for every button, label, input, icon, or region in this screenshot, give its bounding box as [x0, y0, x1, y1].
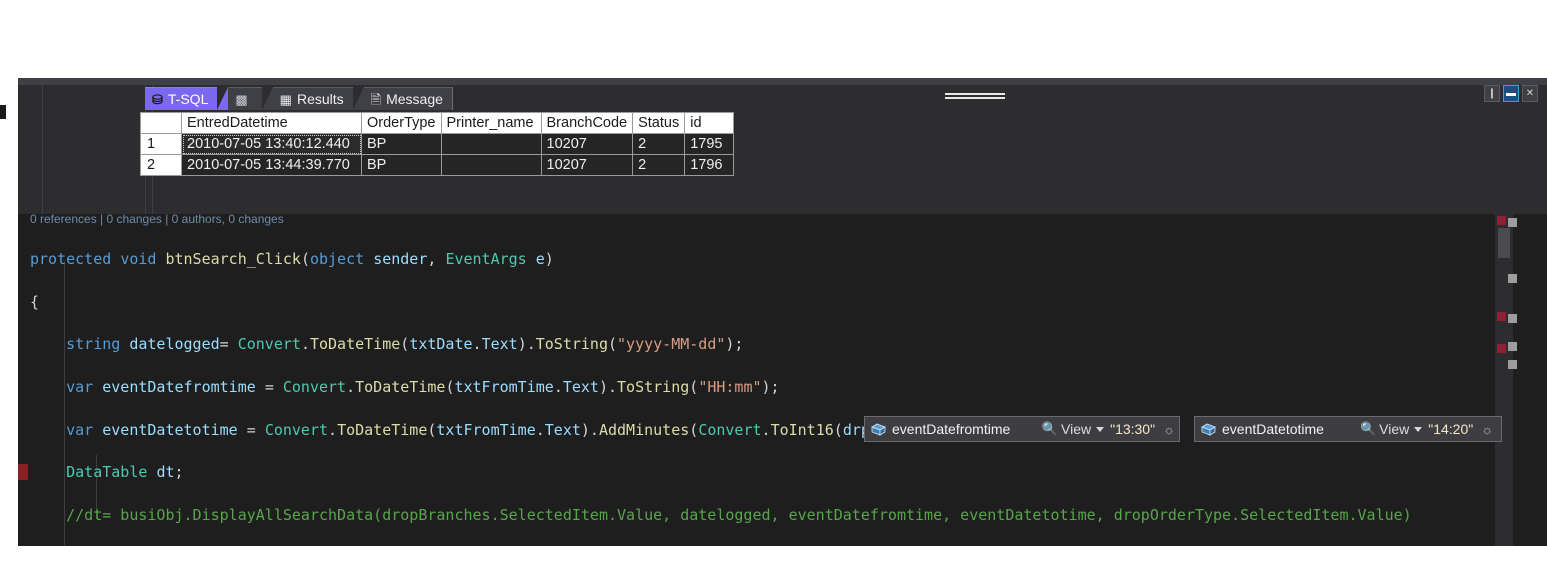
variable-cube-icon — [871, 423, 886, 436]
cell-entreddatetime[interactable]: 2010-07-05 13:44:39.770 — [181, 154, 362, 176]
datatip-eventdatefromtime[interactable]: eventDatefromtime 🔍 View "13:30" ☼ — [864, 416, 1180, 442]
table-row[interactable]: 2 2010-07-05 13:44:39.770 BP 10207 2 179… — [140, 154, 735, 176]
codelens-indicator[interactable]: 0 references | 0 changes | 0 authors, 0 … — [30, 214, 284, 226]
scrollbar-thumb[interactable] — [1498, 228, 1510, 258]
tab-tsql-label: T-SQL — [167, 91, 209, 107]
scroll-marker-change[interactable] — [1508, 342, 1517, 351]
scroll-marker-error[interactable] — [1497, 216, 1506, 225]
datatip-view-label: View — [1061, 421, 1092, 437]
editor-scrollbar[interactable] — [1495, 214, 1517, 546]
results-tab-strip: ⛁ T-SQL ▩ ▦ Results 🗎 Message — [145, 85, 453, 110]
datatip-variable-name: eventDatefromtime — [892, 421, 1011, 437]
grip-line — [945, 93, 1005, 95]
row-number[interactable]: 1 — [140, 133, 182, 155]
panel-splitter-1[interactable] — [42, 78, 43, 214]
code-text[interactable]: protected void btnSearch_Click(object se… — [30, 228, 1412, 546]
pane-top-strip — [18, 78, 1547, 85]
left-edge-marker — [0, 105, 6, 119]
cell-ordertype[interactable]: BP — [361, 154, 442, 176]
tab-strip-end — [451, 87, 453, 110]
search-icon: 🔍 — [1359, 421, 1377, 436]
cell-entreddatetime[interactable]: 2010-07-05 13:40:12.440 — [181, 133, 362, 155]
sql-icon: ⛁ — [152, 91, 163, 107]
page-background-top — [0, 0, 1547, 78]
page-background-bottom — [0, 546, 1547, 578]
code-line[interactable]: protected void btnSearch_Click(object se… — [30, 249, 1412, 270]
cell-branchcode[interactable]: 10207 — [540, 133, 634, 155]
scroll-marker-error[interactable] — [1497, 312, 1506, 321]
cell-status[interactable]: 2 — [632, 133, 686, 155]
variable-cube-icon — [1201, 423, 1216, 436]
minimize-button[interactable]: ▬ — [1503, 85, 1519, 102]
tab-slant — [352, 87, 364, 110]
code-line[interactable]: { — [30, 292, 1412, 313]
datatip-value: "13:30" — [1110, 421, 1156, 437]
scroll-marker-change[interactable] — [1508, 274, 1517, 283]
breakpoint-glyph[interactable] — [18, 464, 28, 480]
column-header-ordertype[interactable]: OrderType — [361, 112, 442, 134]
message-icon: 🗎 — [370, 91, 382, 107]
column-header-status[interactable]: Status — [632, 112, 686, 134]
window-controls: ❙ ▬ ✕ — [1484, 85, 1538, 102]
code-editor[interactable]: 0 references | 0 changes | 0 authors, 0 … — [18, 214, 1547, 546]
close-panel-button[interactable]: ✕ — [1522, 85, 1538, 102]
datatip-view-button[interactable]: 🔍 View — [1041, 421, 1105, 437]
grip-line — [945, 97, 1005, 99]
results-grid[interactable]: EntredDatetime OrderType Printer_name Br… — [140, 112, 735, 176]
table-row[interactable]: 1 2010-07-05 13:40:12.440 BP 10207 2 179… — [140, 133, 735, 155]
tab-slant — [217, 87, 229, 110]
datatip-variable-name: eventDatetotime — [1222, 421, 1324, 437]
column-header-id[interactable]: id — [684, 112, 735, 134]
tab-results[interactable]: ▦ Results — [272, 87, 353, 110]
grid-icon: ▦ — [279, 91, 292, 107]
column-header-entreddatetime[interactable]: EntredDatetime — [181, 112, 362, 134]
scroll-marker-change[interactable] — [1508, 360, 1517, 369]
table-header-row: EntredDatetime OrderType Printer_name Br… — [140, 112, 735, 134]
scroll-marker-change[interactable] — [1508, 218, 1517, 227]
pin-icon[interactable]: ☼ — [1481, 422, 1493, 437]
tab-tsql[interactable]: ⛁ T-SQL — [145, 87, 218, 110]
cell-printer-name[interactable] — [440, 154, 542, 176]
search-icon: 🔍 — [1041, 421, 1058, 436]
scroll-marker-error[interactable] — [1497, 344, 1506, 353]
datatip-eventdatetotime[interactable]: eventDatetotime 🔍 View "14:20" ☼ — [1194, 416, 1502, 442]
tab-message[interactable]: 🗎 Message — [363, 87, 452, 110]
restore-down-button[interactable]: ❙ — [1484, 85, 1500, 102]
pin-icon[interactable]: ☼ — [1163, 422, 1175, 437]
cell-ordertype[interactable]: BP — [361, 133, 442, 155]
tab-message-label: Message — [386, 91, 443, 107]
datatip-view-label: View — [1379, 421, 1410, 437]
tab-slant — [261, 87, 273, 110]
cell-branchcode[interactable]: 10207 — [540, 154, 634, 176]
pane-drag-handle[interactable] — [945, 93, 1005, 100]
grid-corner-header[interactable] — [140, 112, 182, 134]
code-line[interactable]: var eventDatefromtime = Convert.ToDateTi… — [30, 377, 1412, 398]
screenshot-root: ❙ ▬ ✕ ⛁ T-SQL ▩ ▦ Results 🗎 Message Entr… — [0, 0, 1547, 578]
chevron-down-icon[interactable] — [1096, 426, 1105, 432]
cell-status[interactable]: 2 — [632, 154, 686, 176]
cell-id[interactable]: 1796 — [684, 154, 735, 176]
code-line[interactable]: string datelogged= Convert.ToDateTime(tx… — [30, 334, 1412, 355]
page-background-left — [0, 78, 18, 546]
column-header-branchcode[interactable]: BranchCode — [540, 112, 634, 134]
tab-results-label: Results — [296, 91, 344, 107]
chevron-down-icon[interactable] — [1414, 426, 1423, 432]
tab-execution-plan[interactable]: ▩ — [228, 87, 262, 110]
cell-printer-name[interactable] — [440, 133, 542, 155]
row-number[interactable]: 2 — [140, 154, 182, 176]
code-line[interactable]: //dt= busiObj.DisplayAllSearchData(dropB… — [30, 505, 1412, 526]
cell-id[interactable]: 1795 — [684, 133, 735, 155]
scroll-marker-change[interactable] — [1508, 314, 1517, 323]
datatip-value: "14:20" — [1428, 421, 1474, 437]
column-header-printer-name[interactable]: Printer_name — [440, 112, 542, 134]
execution-plan-icon: ▩ — [235, 91, 248, 107]
code-line[interactable]: DataTable dt; — [30, 462, 1412, 483]
datatip-view-button[interactable]: 🔍 View — [1359, 421, 1423, 437]
